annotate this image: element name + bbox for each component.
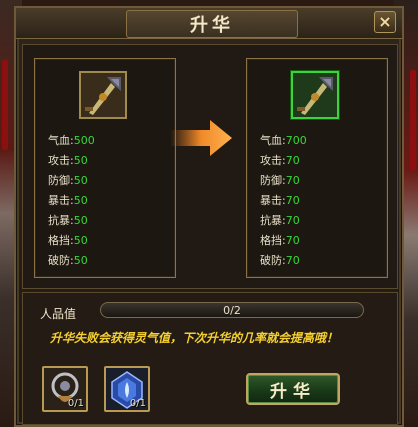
arrow-right-icon — [170, 120, 232, 156]
upgrade-button-label: 升华 — [270, 381, 316, 402]
stat-label: 格挡: — [260, 234, 286, 247]
weapon-icon — [293, 73, 337, 117]
next-stat-defense: 防御:70 — [260, 174, 300, 188]
failure-hint: 升华失败会获得灵气值，下次升华的几率就会提高哦！ — [50, 331, 339, 345]
current-stat-block: 格挡:50 — [48, 234, 88, 248]
stat-label: 防御: — [260, 174, 286, 187]
next-stat-crit-resist: 抗暴:70 — [260, 214, 300, 228]
current-stat-crit-resist: 抗暴:50 — [48, 214, 88, 228]
stat-value: 50 — [73, 214, 88, 227]
stat-value: 700 — [285, 134, 307, 147]
next-stat-crit: 暴击:70 — [260, 194, 300, 208]
title-plate: 升华 — [126, 10, 298, 38]
stat-label: 防御: — [48, 174, 74, 187]
current-stat-pierce: 破防:50 — [48, 254, 88, 268]
material-count: 0/1 — [67, 398, 84, 409]
red-tassel-right — [410, 70, 416, 170]
stat-value: 50 — [73, 174, 88, 187]
stat-value: 70 — [285, 154, 300, 167]
stat-value: 50 — [73, 154, 88, 167]
weapon-icon — [81, 73, 125, 117]
close-icon: × — [378, 12, 392, 31]
current-item-slot[interactable] — [79, 71, 127, 119]
stat-value: 70 — [285, 194, 300, 207]
next-item-slot[interactable] — [291, 71, 339, 119]
stat-label: 抗暴: — [260, 214, 286, 227]
close-button[interactable]: × — [374, 11, 396, 33]
sublimation-window: 升华 × 气血:500 攻击:50 防御:50 暴击:50 抗暴:50 格挡:5… — [14, 6, 404, 427]
stat-label: 暴击: — [48, 194, 74, 207]
stat-value: 70 — [285, 174, 300, 187]
stat-label: 气血: — [260, 134, 286, 147]
stat-label: 抗暴: — [48, 214, 74, 227]
title-bar: 升华 × — [16, 8, 402, 39]
renpin-label: 人品值 — [40, 307, 77, 321]
next-stat-block: 格挡:70 — [260, 234, 300, 248]
current-stat-crit: 暴击:50 — [48, 194, 88, 208]
stat-value: 70 — [285, 234, 300, 247]
current-stat-attack: 攻击:50 — [48, 154, 88, 168]
material-count: 0/1 — [129, 398, 146, 409]
next-stat-hp: 气血:700 — [260, 134, 307, 148]
stat-label: 暴击: — [260, 194, 286, 207]
renpin-progress-bar: 0/2 — [100, 302, 364, 318]
stat-value: 500 — [73, 134, 95, 147]
stat-value: 50 — [73, 234, 88, 247]
stat-label: 破防: — [48, 254, 74, 267]
stat-label: 格挡: — [48, 234, 74, 247]
stat-label: 破防: — [260, 254, 286, 267]
stat-label: 攻击: — [48, 154, 74, 167]
material-slot-1[interactable]: 0/1 — [42, 366, 88, 412]
stat-value: 50 — [73, 194, 88, 207]
stat-label: 气血: — [48, 134, 74, 147]
current-stat-hp: 气血:500 — [48, 134, 95, 148]
current-stat-defense: 防御:50 — [48, 174, 88, 188]
next-stat-pierce: 破防:70 — [260, 254, 300, 268]
material-slot-2[interactable]: 0/1 — [104, 366, 150, 412]
stat-value: 50 — [73, 254, 88, 267]
stat-value: 70 — [285, 214, 300, 227]
window-title: 升华 — [190, 15, 234, 36]
renpin-value: 0/2 — [223, 303, 241, 317]
next-stat-attack: 攻击:70 — [260, 154, 300, 168]
stat-label: 攻击: — [260, 154, 286, 167]
red-tassel-left — [2, 60, 8, 150]
upgrade-button[interactable]: 升华 — [246, 373, 340, 405]
stat-value: 70 — [285, 254, 300, 267]
